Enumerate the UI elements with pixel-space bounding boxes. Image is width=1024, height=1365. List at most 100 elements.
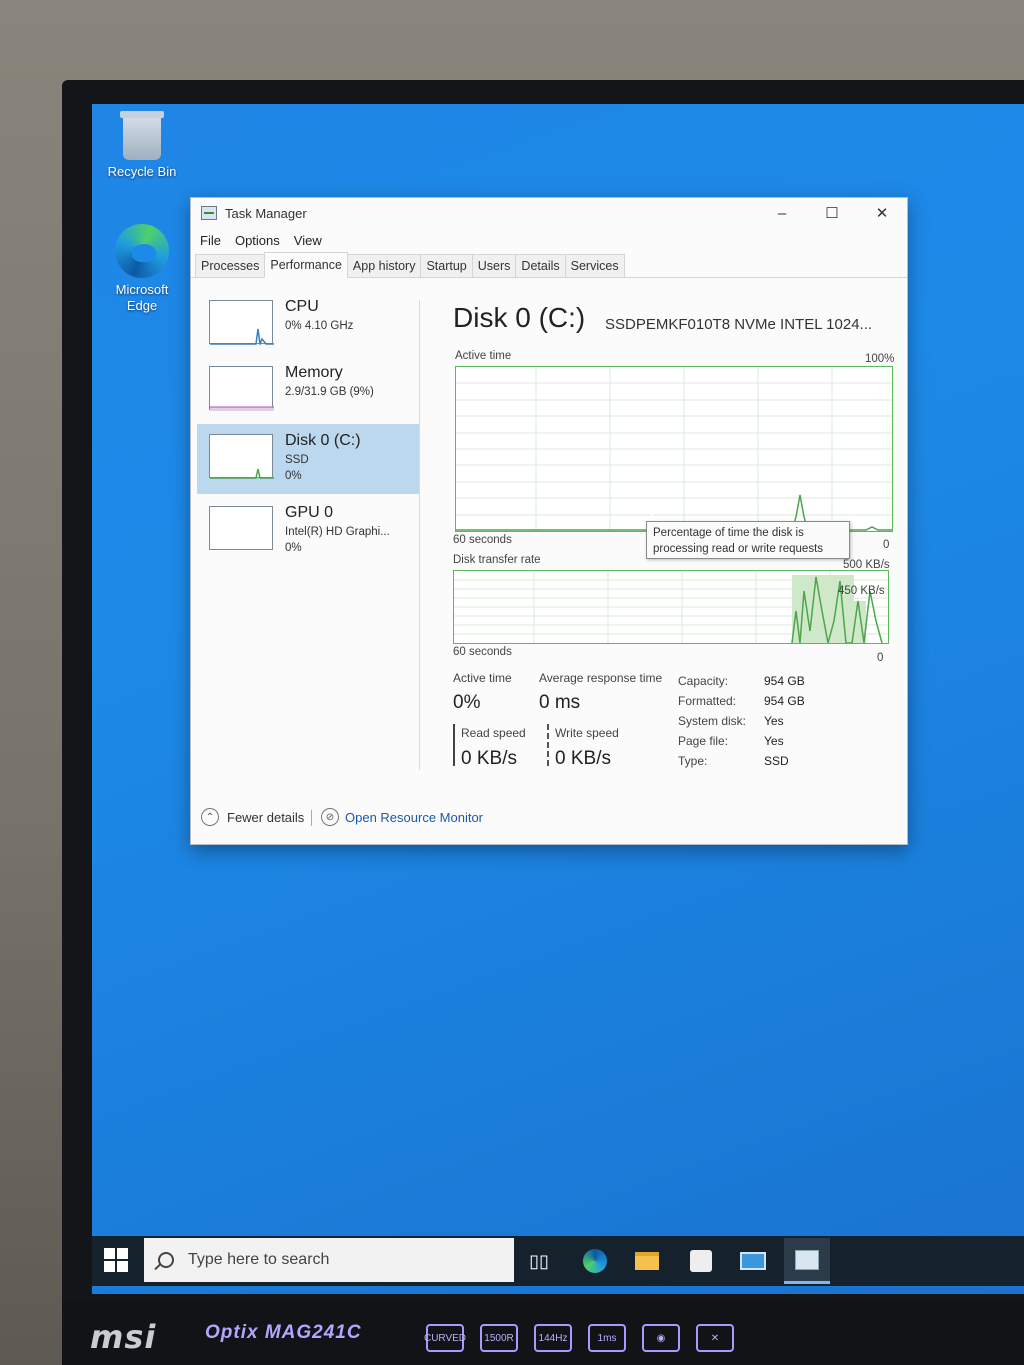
desktop-icon-recycle-bin[interactable]: Recycle Bin	[102, 111, 182, 180]
monitor-badge: 1ms	[588, 1324, 626, 1352]
transfer-mid-label: 450 KB/s	[838, 585, 885, 597]
active-time-graph-label: Active time	[455, 350, 512, 362]
menu-file[interactable]: File	[200, 233, 221, 248]
tab-services[interactable]: Services	[564, 254, 625, 277]
prop-page-file-key: Page file:	[678, 734, 729, 748]
prop-type-value: SSD	[764, 754, 789, 768]
memory-thumbnail-graph	[209, 366, 274, 411]
active-time-min-label: 0	[883, 539, 890, 551]
prop-capacity-key: Capacity:	[678, 674, 729, 688]
tab-app-history[interactable]: App history	[346, 254, 422, 277]
resource-monitor-label: Open Resource Monitor	[345, 809, 484, 825]
fewer-details-button[interactable]: ⌃ Fewer details	[201, 808, 304, 826]
gpu-thumbnail-graph	[209, 506, 273, 550]
write-speed-bar	[547, 724, 549, 766]
write-speed-value: 0 KB/s	[555, 748, 611, 769]
sidebar-item-disk[interactable]: Disk 0 (C:) SSD 0%	[197, 424, 419, 494]
tab-details[interactable]: Details	[515, 254, 566, 277]
maximize-button[interactable]: ☐	[807, 198, 857, 228]
active-time-label: Active time	[453, 671, 512, 685]
start-button[interactable]	[104, 1248, 128, 1272]
prop-formatted-key: Formatted:	[678, 694, 737, 708]
file-explorer-icon[interactable]	[632, 1246, 662, 1276]
monitor-badge: 144Hz	[534, 1324, 572, 1352]
task-manager-window: Task Manager – ☐ ✕ File Options View Pro…	[190, 197, 908, 845]
active-time-value: 0%	[453, 692, 481, 713]
menu-bar: File Options View	[191, 228, 907, 252]
task-view-icon[interactable]: ▯▯	[524, 1246, 554, 1276]
tab-processes[interactable]: Processes	[195, 254, 266, 277]
close-button[interactable]: ✕	[857, 198, 907, 228]
taskbar-search-box[interactable]: Type here to search	[144, 1238, 514, 1282]
window-footer: ⌃ Fewer details ⊘ Open Resource Monitor	[191, 798, 909, 838]
menu-view[interactable]: View	[294, 233, 322, 248]
graph-tooltip: Percentage of time the disk is processin…	[646, 521, 850, 559]
transfer-graph-label: Disk transfer rate	[453, 554, 541, 566]
prop-system-disk-value: Yes	[764, 714, 784, 728]
recycle-bin-icon	[120, 111, 164, 160]
resource-sidebar: CPU 0% 4.10 GHz Memory 2.9/31.9 GB (9%) …	[191, 278, 419, 778]
transfer-time-label: 60 seconds	[453, 646, 512, 658]
footer-divider	[311, 810, 312, 826]
title-bar[interactable]: Task Manager – ☐ ✕	[191, 198, 907, 228]
taskbar: Type here to search ▯▯	[92, 1236, 1024, 1286]
transfer-graph-svg	[454, 571, 888, 643]
transfer-min-label: 0	[877, 652, 884, 664]
open-resource-monitor-link[interactable]: ⊘ Open Resource Monitor	[321, 808, 483, 826]
sidebar-item-memory[interactable]: Memory 2.9/31.9 GB (9%)	[197, 356, 419, 426]
sidebar-item-usage: 0%	[285, 470, 302, 482]
monitor-brand-logo: msi	[90, 1318, 157, 1356]
resource-monitor-icon: ⊘	[321, 808, 339, 826]
search-icon	[158, 1252, 174, 1268]
store-icon[interactable]	[686, 1246, 716, 1276]
read-speed-value: 0 KB/s	[461, 748, 517, 769]
monitor-model-label: Optix MAG241C	[205, 1322, 362, 1343]
desktop-screen: Recycle Bin Microsoft Edge Task Manager …	[92, 104, 1024, 1294]
tooltip-line: Percentage of time the disk is	[653, 527, 804, 539]
read-speed-bar	[453, 724, 455, 766]
mail-icon[interactable]	[738, 1246, 768, 1276]
desktop-icon-label: Recycle Bin	[107, 164, 177, 179]
sidebar-item-title: GPU 0	[285, 504, 334, 521]
monitor-badge-icon: ✕	[696, 1324, 734, 1352]
tab-users[interactable]: Users	[471, 254, 517, 277]
sidebar-item-cpu[interactable]: CPU 0% 4.10 GHz	[197, 290, 419, 360]
active-time-max-label: 100%	[865, 353, 895, 365]
active-time-graph-svg	[456, 367, 892, 531]
desktop-icon-edge[interactable]: Microsoft Edge	[102, 224, 182, 314]
chevron-up-icon: ⌃	[201, 808, 219, 826]
window-title: Task Manager	[225, 205, 307, 221]
active-time-time-label: 60 seconds	[453, 534, 512, 546]
sidebar-item-sub: Intel(R) HD Graphi...	[285, 526, 390, 538]
sidebar-item-sub: 0% 4.10 GHz	[285, 320, 354, 332]
sidebar-item-gpu[interactable]: GPU 0 Intel(R) HD Graphi... 0%	[197, 496, 419, 566]
tooltip-line: processing read or write requests	[653, 543, 824, 555]
task-manager-taskbar-icon[interactable]	[784, 1238, 830, 1284]
windows-logo-icon	[104, 1248, 115, 1259]
sidebar-item-title: Disk 0 (C:)	[285, 432, 361, 449]
minimize-button[interactable]: –	[757, 198, 807, 228]
sidebar-item-title: Memory	[285, 364, 343, 381]
disk-model: SSDPEMKF010T8 NVMe INTEL 1024...	[605, 316, 873, 333]
search-placeholder: Type here to search	[188, 1251, 330, 1268]
tab-performance[interactable]: Performance	[264, 252, 348, 278]
tab-startup[interactable]: Startup	[420, 254, 473, 277]
avg-response-value: 0 ms	[539, 692, 581, 713]
disk-thumbnail-graph	[209, 434, 274, 479]
prop-system-disk-key: System disk:	[678, 714, 747, 728]
task-manager-icon	[201, 206, 217, 220]
menu-options[interactable]: Options	[235, 233, 280, 248]
active-time-graph	[455, 366, 893, 532]
sidebar-item-title: CPU	[285, 298, 319, 315]
prop-type-key: Type:	[678, 754, 708, 768]
prop-capacity-value: 954 GB	[764, 674, 805, 688]
sidebar-divider	[419, 300, 420, 770]
tab-strip: Processes Performance App history Startu…	[191, 252, 907, 278]
transfer-graph: 450 KB/s	[453, 570, 889, 644]
monitor-badge: CURVED	[424, 1324, 466, 1352]
edge-taskbar-icon[interactable]	[580, 1246, 610, 1276]
edge-icon	[115, 224, 169, 278]
cpu-thumbnail-graph	[209, 300, 274, 347]
desktop-icon-label: Microsoft Edge	[115, 282, 169, 313]
avg-response-label: Average response time	[539, 671, 663, 685]
